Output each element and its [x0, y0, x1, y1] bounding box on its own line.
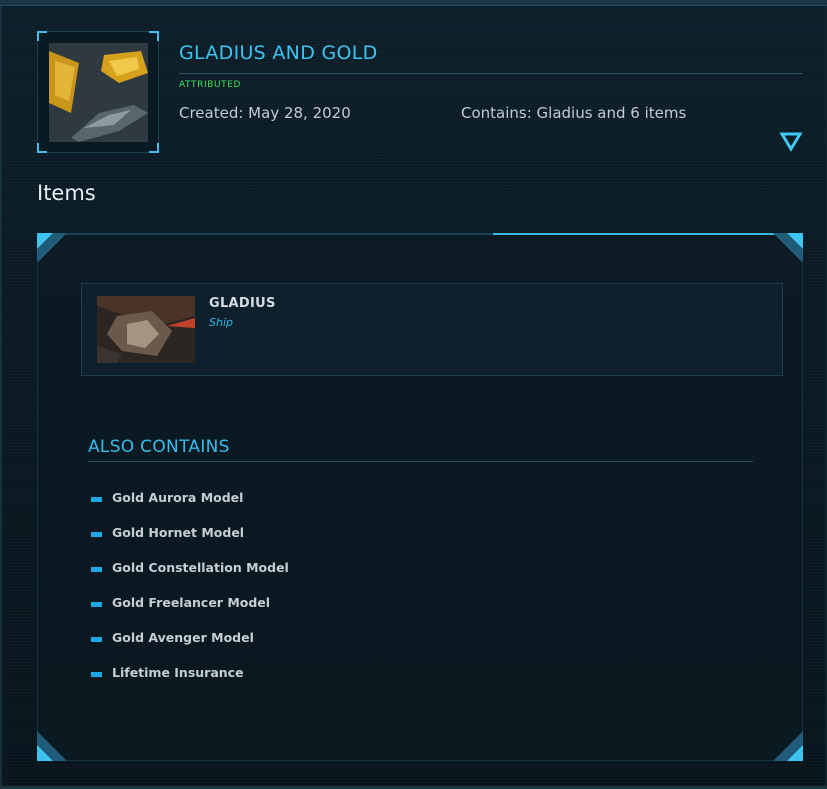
panel-top-highlight [493, 233, 802, 235]
item-name: GLADIUS [209, 296, 276, 311]
top-divider [0, 5, 827, 6]
frame-corner [37, 143, 47, 153]
expand-toggle-button[interactable] [779, 130, 803, 152]
panel-corner-bl-icon [37, 731, 67, 761]
left-edge [0, 6, 2, 789]
also-contains-divider [88, 461, 753, 462]
also-contains-heading: ALSO CONTAINS [88, 437, 230, 457]
list-item-label: Gold Freelancer Model [112, 595, 271, 610]
chevron-down-triangle-icon [779, 132, 803, 152]
pledge-thumbnail-frame[interactable] [37, 31, 159, 153]
dash-bullet-icon [91, 672, 102, 677]
panel-corner-tr-icon [773, 233, 803, 263]
dash-bullet-icon [91, 567, 102, 572]
item-type: Ship [209, 316, 233, 329]
dash-bullet-icon [91, 637, 102, 642]
list-item-label: Gold Constellation Model [112, 560, 289, 575]
panel-corner-tl-icon [37, 233, 67, 263]
items-heading: Items [37, 181, 96, 205]
created-date: Created: May 28, 2020 [179, 104, 351, 122]
frame-corner [149, 143, 159, 153]
list-item-label: Gold Hornet Model [112, 525, 245, 540]
dash-bullet-icon [91, 497, 102, 502]
panel-corner-br-icon [773, 731, 803, 761]
pledge-thumbnail-image [49, 43, 148, 142]
dash-bullet-icon [91, 532, 102, 537]
contains-summary: Contains: Gladius and 6 items [461, 104, 687, 122]
item-card-gladius[interactable]: GLADIUS Ship [81, 283, 783, 376]
frame-corner [37, 31, 47, 41]
title-divider [179, 73, 803, 74]
list-item-label: Lifetime Insurance [112, 665, 244, 680]
pledge-title: GLADIUS AND GOLD [179, 42, 378, 64]
attributed-badge: ATTRIBUTED [179, 80, 242, 90]
item-thumbnail-image [97, 296, 195, 363]
list-item-label: Gold Avenger Model [112, 630, 254, 645]
frame-corner [149, 31, 159, 41]
dash-bullet-icon [91, 602, 102, 607]
list-item-label: Gold Aurora Model [112, 490, 244, 505]
